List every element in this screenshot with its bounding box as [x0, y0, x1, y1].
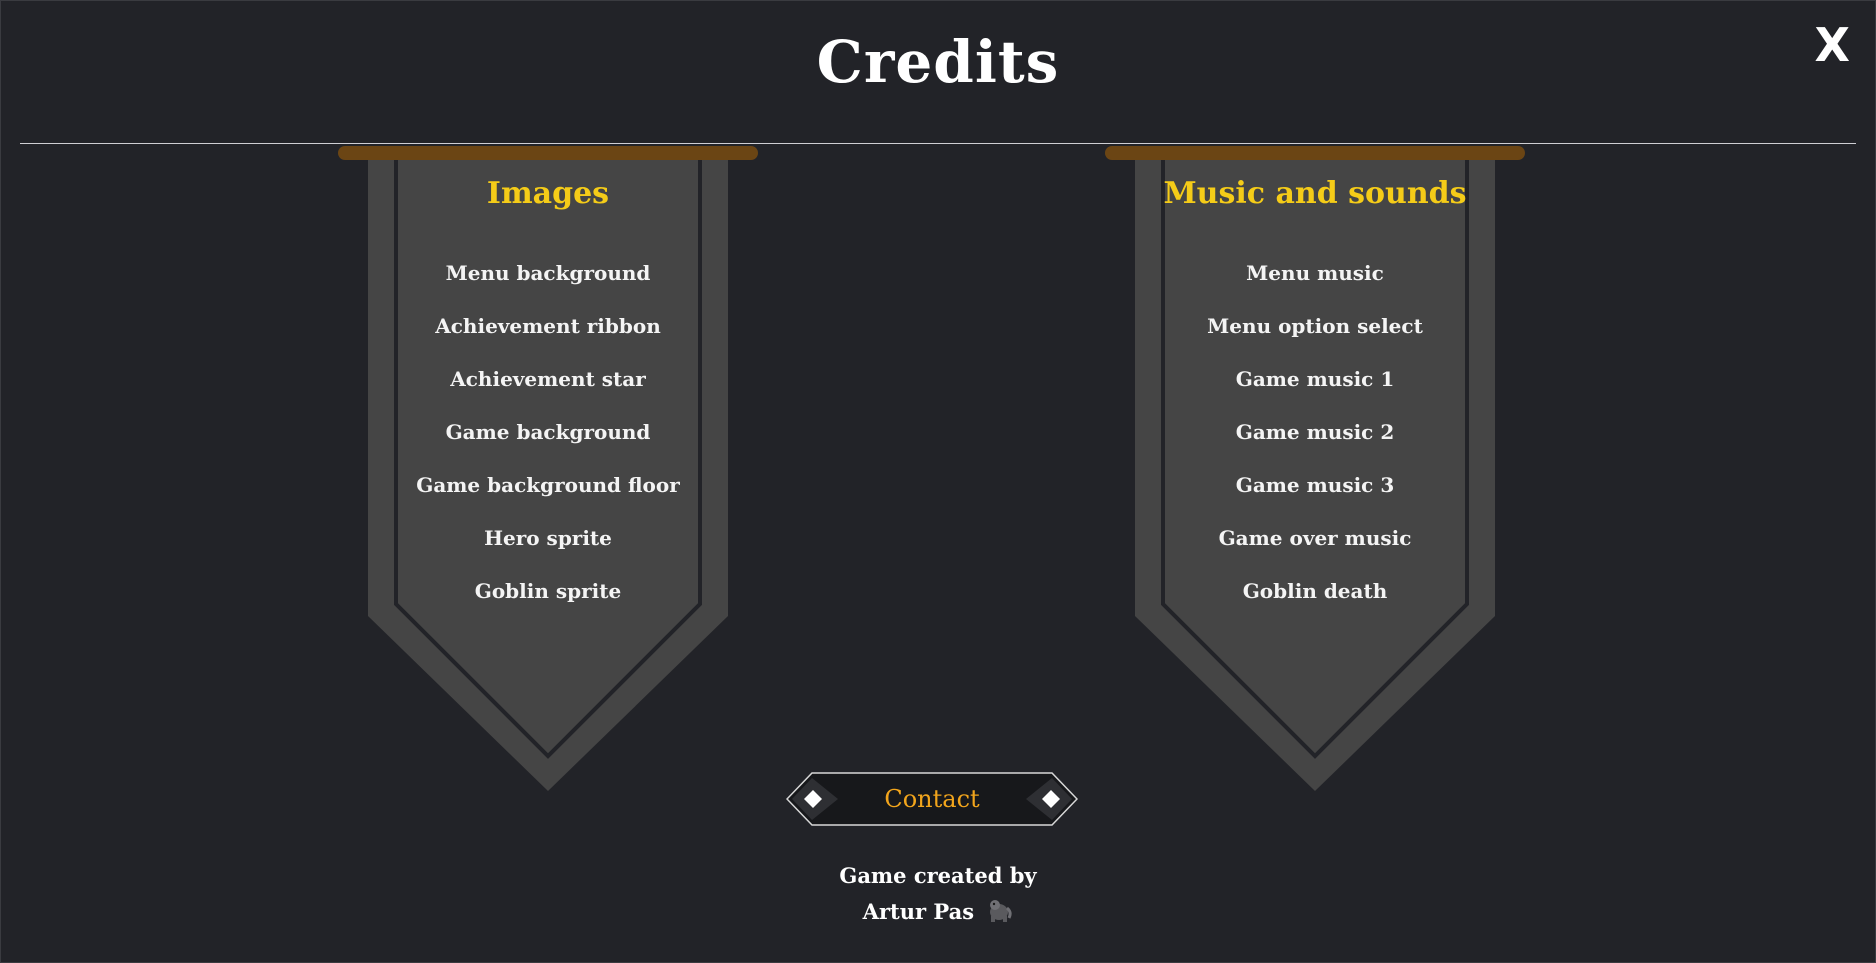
credit-item-menu-option-select[interactable]: Menu option select: [1105, 300, 1525, 353]
credit-item-menu-music[interactable]: Menu music: [1105, 247, 1525, 300]
music-credit-list: Menu music Menu option select Game music…: [1105, 247, 1525, 618]
images-banner-title: Images: [486, 176, 610, 211]
images-credit-list: Menu background Achievement ribbon Achie…: [338, 247, 758, 618]
credit-item-game-background-floor[interactable]: Game background floor: [338, 459, 758, 512]
music-banner-title: Music and sounds: [1163, 176, 1467, 211]
credit-item-game-background[interactable]: Game background: [338, 406, 758, 459]
contact-label: Contact: [884, 785, 980, 813]
close-button[interactable]: X: [1815, 22, 1850, 68]
credit-item-achievement-ribbon[interactable]: Achievement ribbon: [338, 300, 758, 353]
credit-item-game-music-3[interactable]: Game music 3: [1105, 459, 1525, 512]
credit-item-hero-sprite[interactable]: Hero sprite: [338, 512, 758, 565]
footer-line-created-by: Game created by: [839, 863, 1037, 888]
footer-author-line: Artur Pas: [0, 894, 1876, 930]
credit-item-goblin-death[interactable]: Goblin death: [1105, 565, 1525, 618]
credit-item-game-music-1[interactable]: Game music 1: [1105, 353, 1525, 406]
author-credit: Game created by Artur Pas: [0, 858, 1876, 930]
page-title: Credits: [816, 28, 1060, 96]
images-banner: Images Menu background Achievement ribbo…: [338, 146, 758, 796]
credit-item-menu-background[interactable]: Menu background: [338, 247, 758, 300]
credit-item-goblin-sprite[interactable]: Goblin sprite: [338, 565, 758, 618]
music-banner: Music and sounds Menu music Menu option …: [1105, 146, 1525, 796]
credit-item-game-music-2[interactable]: Game music 2: [1105, 406, 1525, 459]
credit-item-game-over-music[interactable]: Game over music: [1105, 512, 1525, 565]
credit-item-achievement-star[interactable]: Achievement star: [338, 353, 758, 406]
author-name: Artur Pas: [862, 899, 975, 924]
contact-button[interactable]: Contact: [786, 772, 1078, 826]
header-divider: [20, 143, 1856, 144]
gorilla-icon: [990, 900, 1012, 922]
